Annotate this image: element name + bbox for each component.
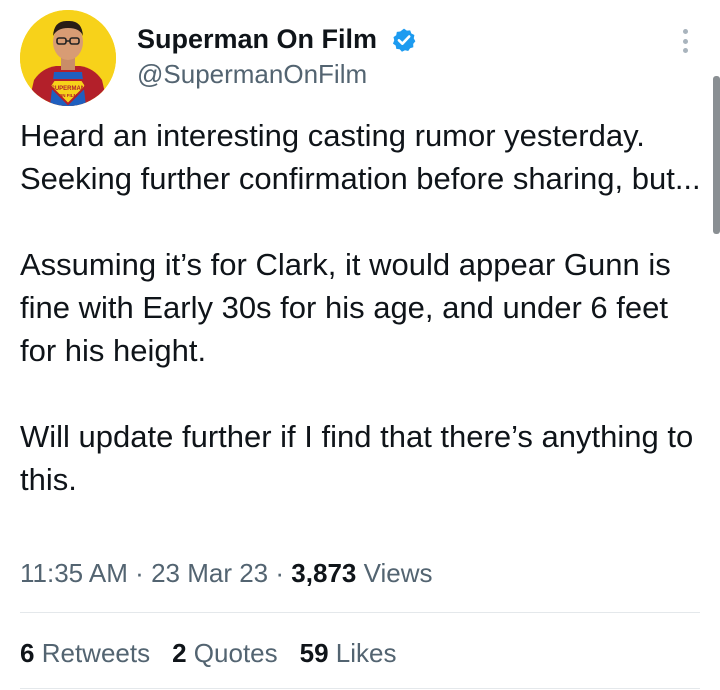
likes-stat[interactable]: 59 Likes — [300, 636, 397, 670]
quotes-label: Quotes — [193, 638, 278, 668]
tweet-text: Heard an interesting casting rumor yeste… — [20, 114, 710, 501]
tweet-paragraph: Will update further if I find that there… — [20, 419, 694, 497]
divider — [20, 612, 700, 613]
engagement-stats: 6 Retweets 2 Quotes 59 Likes — [20, 636, 418, 670]
tweet-detail: SUPERMAN ON FILM Superman On Film @Super… — [0, 0, 720, 690]
meta-separator: · — [275, 558, 285, 588]
quotes-count: 2 — [172, 638, 187, 668]
author-handle[interactable]: @SupermanOnFilm — [137, 58, 367, 90]
views-label: Views — [363, 558, 433, 588]
views-count: 3,873 — [291, 558, 357, 588]
retweets-label: Retweets — [41, 638, 151, 668]
likes-count: 59 — [299, 638, 329, 668]
meta-separator: · — [135, 558, 144, 588]
tweet-paragraph: Assuming it’s for Clark, it would appear… — [20, 247, 671, 368]
verified-badge-icon — [392, 28, 416, 52]
quotes-stat[interactable]: 2 Quotes — [172, 636, 278, 670]
tweet-date[interactable]: 23 Mar 23 — [151, 558, 268, 588]
retweets-count: 6 — [20, 638, 35, 668]
svg-text:SUPERMAN: SUPERMAN — [51, 86, 85, 92]
author-avatar[interactable]: SUPERMAN ON FILM — [20, 10, 116, 106]
retweets-stat[interactable]: 6 Retweets — [20, 636, 150, 670]
scrollbar-thumb[interactable] — [713, 76, 720, 234]
tweet-meta: 11:35 AM · 23 Mar 23 · 3,873 Views — [20, 556, 433, 590]
tweet-time[interactable]: 11:35 AM — [20, 558, 128, 588]
author-name[interactable]: Superman On Film — [137, 22, 377, 56]
svg-text:ON FILM: ON FILM — [59, 93, 78, 98]
likes-label: Likes — [335, 638, 397, 668]
more-vertical-icon[interactable] — [672, 26, 698, 56]
tweet-paragraph: Heard an interesting casting rumor yeste… — [20, 118, 701, 196]
divider — [20, 688, 700, 689]
